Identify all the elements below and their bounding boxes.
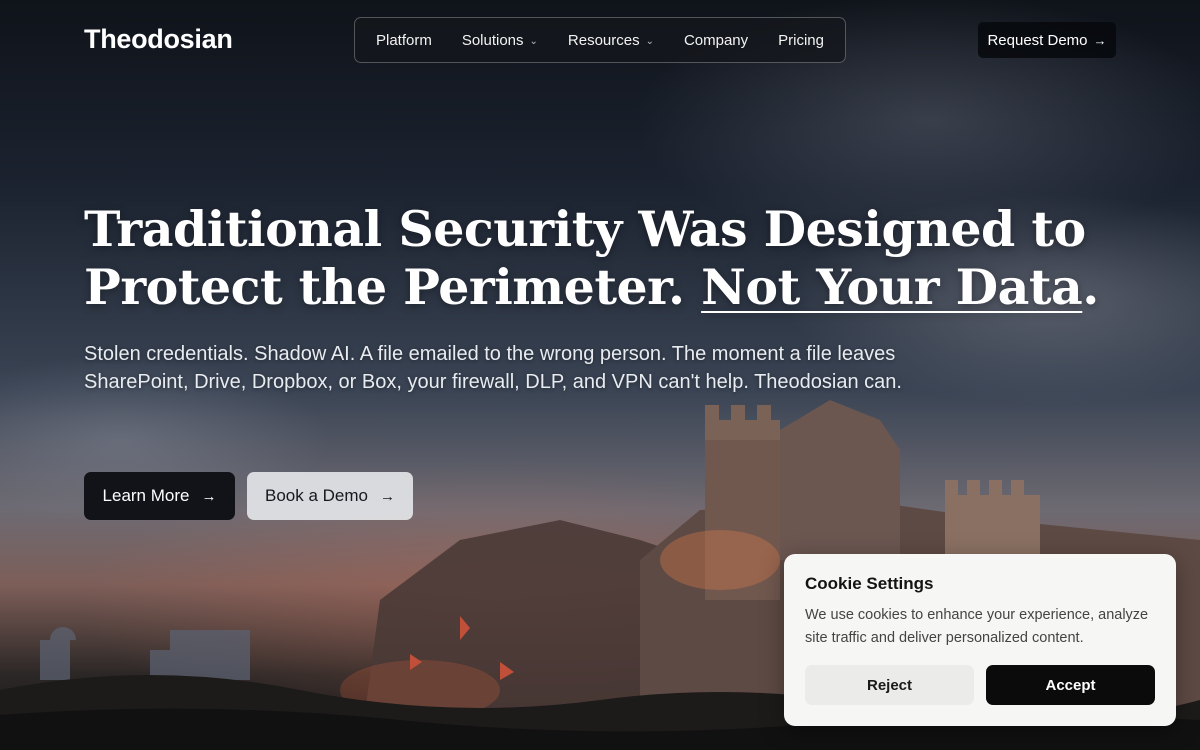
nav-item-solutions[interactable]: Solutions ⌄ [452, 26, 548, 55]
book-demo-label: Book a Demo [265, 486, 368, 505]
headline-period: . [1082, 258, 1099, 316]
cookie-actions: Reject Accept [805, 665, 1155, 705]
hero-subtitle: Stolen credentials. Shadow AI. A file em… [84, 343, 902, 393]
request-demo-button[interactable]: Request Demo → [978, 22, 1116, 58]
cookie-description: We use cookies to enhance your experienc… [805, 607, 1149, 646]
book-demo-button[interactable]: Book a Demo → [247, 472, 413, 520]
nav-item-label: Resources [567, 31, 640, 49]
arrow-right-icon: → [201, 487, 217, 505]
arrow-right-icon: → [1093, 32, 1107, 48]
nav-item-label: Pricing [778, 31, 824, 49]
nav-item-pricing[interactable]: Pricing [768, 26, 834, 55]
cookie-title: Cookie Settings [805, 574, 934, 593]
request-demo-label: Request Demo [987, 31, 1088, 49]
nav-item-resources[interactable]: Resources ⌄ [558, 26, 664, 55]
learn-more-label: Learn More [102, 486, 190, 505]
hero-headline: Traditional Security Was Designed to Pro… [84, 200, 1144, 316]
learn-more-button[interactable]: Learn More → [84, 472, 235, 520]
brand-logo[interactable]: Theodosian [84, 24, 233, 55]
nav-item-label: Platform [375, 31, 432, 49]
chevron-down-icon: ⌄ [529, 35, 538, 47]
chevron-down-icon: ⌄ [645, 35, 654, 47]
nav-item-platform[interactable]: Platform [366, 26, 442, 55]
cookie-accept-button[interactable]: Accept [986, 665, 1155, 705]
arrow-right-icon: → [380, 487, 395, 505]
headline-emphasis: Not Your Data [701, 258, 1083, 316]
nav-item-label: Company [683, 31, 749, 49]
cookie-reject-button[interactable]: Reject [805, 665, 974, 705]
nav-item-label: Solutions [461, 31, 524, 49]
main-nav: Platform Solutions ⌄ Resources ⌄ Company… [354, 17, 846, 63]
nav-item-company[interactable]: Company [674, 26, 758, 55]
cookie-consent-dialog: Cookie Settings We use cookies to enhanc… [784, 554, 1176, 726]
